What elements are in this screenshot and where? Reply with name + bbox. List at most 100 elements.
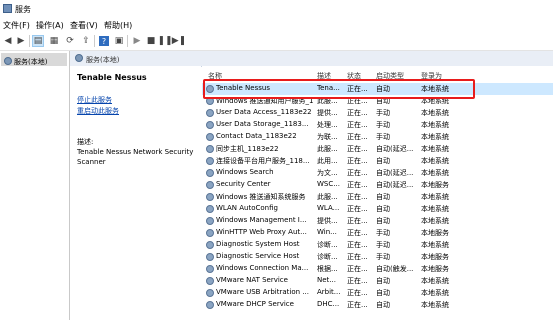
- service-startup: 自动: [376, 217, 390, 225]
- service-description: 此用...: [317, 157, 338, 165]
- toolbar-separator: [94, 35, 95, 47]
- extended-pane: Tenable Nessus 停止此服务 重启动此服务 描述: Tenable …: [70, 66, 201, 320]
- console-tree-icon[interactable]: ▤: [32, 35, 44, 47]
- gear-icon: [206, 193, 214, 201]
- restart-icon[interactable]: ▶❚: [172, 35, 186, 47]
- gear-icon: [206, 157, 214, 165]
- console-tree: 服务(本地): [0, 51, 70, 320]
- menu-action[interactable]: 操作(A): [36, 20, 64, 31]
- tree-item-services-local[interactable]: 服务(本地): [1, 53, 67, 66]
- service-name: Windows 推送通知系统服务: [216, 193, 306, 201]
- service-status: 正在...: [347, 277, 368, 285]
- service-name: Windows Connection Ma...: [216, 264, 309, 272]
- stop-icon[interactable]: ■: [145, 35, 157, 47]
- service-name: 同步主机_1183e22: [216, 145, 279, 153]
- service-startup: 手动: [376, 133, 390, 141]
- service-startup: 自动: [376, 157, 390, 165]
- service-status: 正在...: [347, 109, 368, 117]
- table-row[interactable]: Windows 推送通知系统服务 此服... 正在... 自动 本地系统: [202, 191, 553, 203]
- gear-icon: [206, 229, 214, 237]
- service-status: 正在...: [347, 157, 368, 165]
- table-row[interactable]: Windows Connection Ma... 根据... 正在... 自动(…: [202, 263, 553, 275]
- table-row[interactable]: Windows Management I... 提供... 正在... 自动 本…: [202, 215, 553, 227]
- header-label: 服务(本地): [86, 56, 120, 64]
- description-label: 描述:: [77, 138, 94, 146]
- service-startup: 自动: [376, 301, 390, 309]
- menu-help[interactable]: 帮助(H): [104, 20, 132, 31]
- services-list: 名称 描述 状态 启动类型 登录为 Tenable Nessus Tena...…: [202, 66, 553, 320]
- service-description: 此服...: [317, 193, 338, 201]
- forward-icon[interactable]: ▶: [15, 35, 27, 47]
- table-row[interactable]: Contact Data_1183e22 为联... 正在... 手动 本地系统: [202, 131, 553, 143]
- table-row[interactable]: Diagnostic System Host 诊断... 正在... 手动 本地…: [202, 239, 553, 251]
- selected-service-name: Tenable Nessus: [77, 73, 147, 82]
- service-description: Arbit...: [317, 288, 341, 296]
- service-startup: 自动: [376, 205, 390, 213]
- restart-service-link[interactable]: 重启动此服务: [77, 106, 119, 116]
- service-startup: 自动(延迟...: [376, 181, 414, 189]
- service-name: Diagnostic Service Host: [216, 252, 300, 260]
- table-row[interactable]: User Data Storage_1183... 处理... 正在... 手动…: [202, 119, 553, 131]
- window-title: 服务: [15, 5, 31, 14]
- service-status: 正在...: [347, 121, 368, 129]
- help-icon[interactable]: ?: [98, 35, 110, 47]
- service-startup: 自动: [376, 289, 390, 297]
- service-startup: 手动: [376, 253, 390, 261]
- service-logon: 本地系统: [421, 277, 449, 285]
- gear-icon: [206, 169, 214, 177]
- pause-icon[interactable]: ❚❚: [157, 35, 172, 47]
- service-logon: 本地系统: [421, 133, 449, 141]
- service-logon: 本地系统: [421, 241, 449, 249]
- service-status: 正在...: [347, 253, 368, 261]
- back-icon[interactable]: ◀: [2, 35, 14, 47]
- service-name: Contact Data_1183e22: [216, 132, 297, 140]
- gear-icon: [206, 109, 214, 117]
- toolbar-separator: [127, 35, 128, 47]
- service-name: Windows Search: [216, 168, 274, 176]
- service-logon: 本地系统: [421, 169, 449, 177]
- service-status: 正在...: [347, 229, 368, 237]
- table-row[interactable]: User Data Access_1183e22 提供... 正在... 手动 …: [202, 107, 553, 119]
- gear-icon: [75, 54, 83, 62]
- service-status: 正在...: [347, 193, 368, 201]
- table-row[interactable]: 连接设备平台用户服务_118... 此用... 正在... 自动 本地系统: [202, 155, 553, 167]
- refresh-icon[interactable]: ⟳: [64, 35, 76, 47]
- service-logon: 本地服务: [421, 181, 449, 189]
- table-row[interactable]: VMware DHCP Service DHC... 正在... 自动 本地系统: [202, 299, 553, 311]
- table-row[interactable]: WinHTTP Web Proxy Aut... Win... 正在... 手动…: [202, 227, 553, 239]
- table-row[interactable]: Diagnostic Service Host 诊断... 正在... 手动 本…: [202, 251, 553, 263]
- gear-icon: [206, 205, 214, 213]
- table-row[interactable]: Security Center WSC... 正在... 自动(延迟... 本地…: [202, 179, 553, 191]
- service-name: VMware NAT Service: [216, 276, 288, 284]
- service-status: 正在...: [347, 241, 368, 249]
- table-row[interactable]: 同步主机_1183e22 此服... 正在... 自动(延迟... 本地系统: [202, 143, 553, 155]
- gear-icon: [206, 277, 214, 285]
- service-name: WLAN AutoConfig: [216, 204, 278, 212]
- service-logon: 本地系统: [421, 157, 449, 165]
- table-row[interactable]: WLAN AutoConfig WLA... 正在... 自动 本地系统: [202, 203, 553, 215]
- service-description: Tenable Nessus Network Security Scanner: [77, 148, 194, 166]
- toolbar: ◀ ▶ ▤ ▦ ⟳ ⇪ ? ▣ ▶ ■ ❚❚ ▶❚: [0, 32, 553, 51]
- stop-service-link[interactable]: 停止此服务: [77, 95, 112, 105]
- start-icon[interactable]: ▶: [131, 35, 143, 47]
- services-app-icon: [3, 4, 12, 13]
- export-icon[interactable]: ⇪: [80, 35, 92, 47]
- service-startup: 手动: [376, 229, 390, 237]
- service-description: 处理...: [317, 121, 338, 129]
- menu-file[interactable]: 文件(F): [3, 20, 30, 31]
- menu-view[interactable]: 查看(V): [70, 20, 98, 31]
- services-header: 服务(本地): [70, 51, 553, 67]
- table-row[interactable]: VMware USB Arbitration ... Arbit... 正在..…: [202, 287, 553, 299]
- service-description: 提供...: [317, 109, 338, 117]
- service-description: 诊断...: [317, 253, 338, 261]
- service-description: Net...: [317, 276, 336, 284]
- table-row[interactable]: VMware NAT Service Net... 正在... 自动 本地系统: [202, 275, 553, 287]
- service-description: 诊断...: [317, 241, 338, 249]
- service-status: 正在...: [347, 217, 368, 225]
- gear-icon: [206, 289, 214, 297]
- gear-icon: [206, 265, 214, 273]
- tree-item-label: 服务(本地): [14, 58, 48, 66]
- table-row[interactable]: Windows Search 为文... 正在... 自动(延迟... 本地系统: [202, 167, 553, 179]
- console-icon[interactable]: ▣: [113, 35, 125, 47]
- properties-icon[interactable]: ▦: [48, 35, 60, 47]
